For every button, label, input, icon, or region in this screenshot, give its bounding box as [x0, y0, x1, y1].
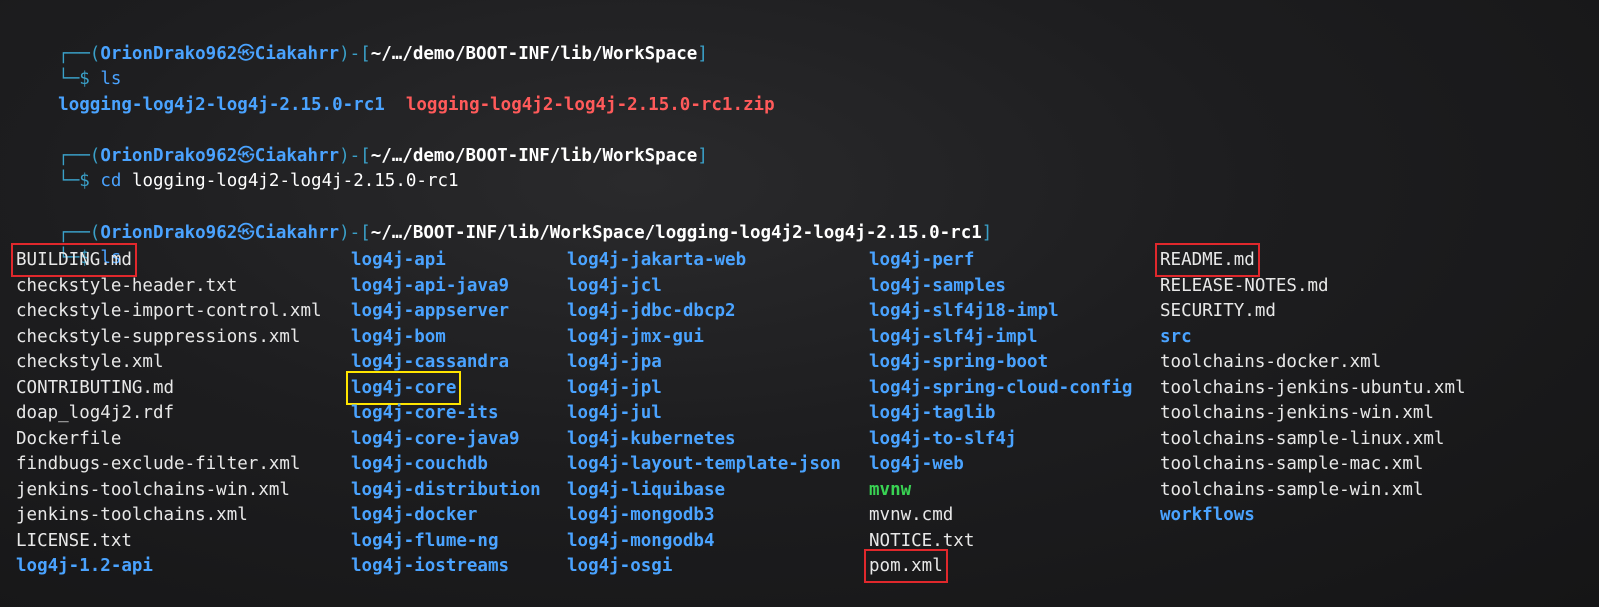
- file-entry: mvnw.cmd: [869, 505, 954, 525]
- dir-entry: log4j-osgi: [567, 556, 673, 576]
- prompt-host: Ciakahrr: [254, 223, 340, 243]
- file-entry: checkstyle-suppressions.xml: [16, 326, 301, 347]
- dir-entry: log4j-web: [869, 454, 964, 474]
- file-entry: Dockerfile: [16, 428, 122, 449]
- prompt-close: ]: [981, 223, 993, 243]
- zip-entry: logging-log4j2-log4j-2.15.0-rc1.zip: [405, 95, 775, 115]
- dir-entry: log4j-layout-template-json: [567, 454, 841, 474]
- command-text: cd: [100, 171, 122, 191]
- dir-entry: log4j-api-java9: [351, 275, 510, 296]
- dir-entry: log4j-liquibase: [567, 479, 726, 500]
- dir-entry: log4j-docker: [351, 505, 478, 525]
- dir-entry: log4j-flume-ng: [351, 530, 499, 551]
- dir-entry: log4j-slf4j-impl: [869, 326, 1038, 347]
- file-entry: NOTICE.txt: [869, 530, 975, 551]
- dir-entry: log4j-jdbc-dbcp2: [567, 301, 736, 321]
- prompt-dollar: └─$: [58, 171, 90, 191]
- dir-entry: workflows: [1160, 505, 1255, 525]
- prompt-line-2: ┌──(OrionDrako962㉿Ciakahrr)-[~/…/demo/BO…: [16, 120, 708, 166]
- file-entry: toolchains-jenkins-ubuntu.xml: [1160, 377, 1466, 398]
- dir-entry: log4j-perf: [869, 250, 975, 270]
- dir-entry: log4j-mongodb4: [567, 530, 715, 551]
- prompt-close: ]: [697, 44, 708, 64]
- file-entry: README.md: [1155, 243, 1260, 277]
- dir-entry: log4j-core-its: [351, 403, 499, 423]
- file-entry: toolchains-sample-linux.xml: [1160, 428, 1445, 449]
- file-entry: checkstyle.xml: [16, 352, 164, 372]
- file-entry: doap_log4j2.rdf: [16, 403, 175, 423]
- dir-entry: log4j-bom: [351, 326, 446, 347]
- command-line-1: └─$ ls: [16, 43, 121, 89]
- dir-entry: log4j-distribution: [351, 479, 541, 500]
- file-entry: RELEASE-NOTES.md: [1160, 275, 1329, 296]
- terminal-window[interactable]: ┌──(OrionDrako962㉿Ciakahrr)-[~/…/demo/BO…: [0, 0, 1599, 607]
- prompt-sep: )-[: [339, 44, 371, 64]
- dir-entry: log4j-jpa: [567, 352, 662, 372]
- dir-entry: log4j-slf4j18-impl: [869, 301, 1059, 321]
- prompt-path: ~/…/demo/BOOT-INF/lib/WorkSpace: [370, 44, 698, 64]
- command-line-2: └─$ cd logging-log4j2-log4j-2.15.0-rc1: [16, 145, 458, 191]
- file-entry: SECURITY.md: [1160, 301, 1276, 321]
- dir-entry: log4j-to-slf4j: [869, 428, 1017, 449]
- dir-entry: log4j-1.2-api: [16, 556, 153, 576]
- dir-entry: log4j-mongodb3: [567, 505, 715, 525]
- file-entry: toolchains-sample-mac.xml: [1160, 454, 1424, 474]
- skull-icon: ㉿: [237, 223, 255, 243]
- prompt-sep: )-[: [339, 223, 371, 243]
- dir-entry: log4j-core: [345, 370, 462, 405]
- output-line-1: logging-log4j2-log4j-2.15.0-rc1 logging-…: [16, 69, 774, 115]
- dir-entry: src: [1160, 326, 1192, 347]
- dir-entry: log4j-taglib: [869, 403, 996, 423]
- command-line-3: └─$ ls: [16, 222, 121, 268]
- dir-entry: log4j-kubernetes: [567, 428, 736, 449]
- dir-entry: log4j-jpl: [567, 377, 662, 398]
- dir-entry: log4j-jul: [567, 403, 662, 423]
- file-entry: BUILDING.md: [11, 243, 137, 277]
- dir-entry: log4j-jakarta-web: [567, 250, 747, 270]
- command-arg: logging-log4j2-log4j-2.15.0-rc1: [131, 171, 459, 191]
- dir-entry: logging-log4j2-log4j-2.15.0-rc1: [58, 95, 385, 115]
- file-entry: LICENSE.txt: [16, 530, 132, 551]
- dir-entry: log4j-iostreams: [351, 556, 510, 576]
- prompt-close: ]: [697, 146, 708, 166]
- dir-entry: log4j-spring-cloud-config: [869, 377, 1133, 398]
- file-entry: toolchains-sample-win.xml: [1160, 479, 1424, 500]
- dir-entry: log4j-jcl: [567, 275, 662, 296]
- prompt-line-3: ┌──(OrionDrako962㉿Ciakahrr)-[~/…/BOOT-IN…: [16, 197, 992, 243]
- dir-entry: log4j-couchdb: [351, 454, 488, 474]
- dir-entry: log4j-api: [351, 250, 446, 270]
- dir-entry: log4j-jmx-gui: [567, 326, 704, 347]
- prompt-path: ~/…/BOOT-INF/lib/WorkSpace/logging-log4j…: [370, 223, 982, 243]
- dir-entry: log4j-cassandra: [351, 352, 510, 372]
- file-entry: checkstyle-header.txt: [16, 275, 238, 296]
- file-entry: jenkins-toolchains.xml: [16, 505, 248, 525]
- file-entry: checkstyle-import-control.xml: [16, 301, 322, 321]
- file-entry: CONTRIBUTING.md: [16, 377, 175, 398]
- file-entry: mvnw: [869, 479, 912, 500]
- dir-entry: log4j-appserver: [351, 301, 510, 321]
- file-entry: toolchains-docker.xml: [1160, 352, 1382, 372]
- dir-entry: log4j-samples: [869, 275, 1006, 296]
- file-entry: toolchains-jenkins-win.xml: [1160, 403, 1434, 423]
- skull-icon: ㉿: [237, 44, 255, 64]
- file-entry: pom.xml: [864, 549, 948, 583]
- dir-entry: log4j-spring-boot: [869, 352, 1049, 372]
- file-entry: findbugs-exclude-filter.xml: [16, 454, 301, 474]
- dir-entry: log4j-core-java9: [351, 428, 520, 449]
- file-entry: jenkins-toolchains-win.xml: [16, 479, 290, 500]
- prompt-host: Ciakahrr: [254, 44, 340, 64]
- prompt-line-1: ┌──(OrionDrako962㉿Ciakahrr)-[~/…/demo/BO…: [16, 18, 708, 64]
